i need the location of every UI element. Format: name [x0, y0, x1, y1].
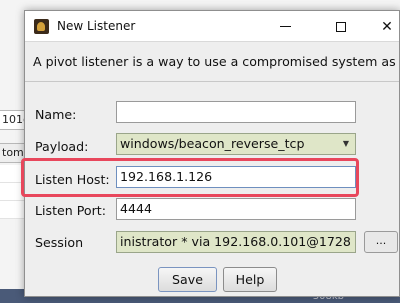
save-button[interactable]: Save: [158, 267, 217, 292]
help-button[interactable]: Help: [223, 267, 277, 292]
minimize-icon: [279, 26, 291, 27]
maximize-button[interactable]: [320, 11, 362, 42]
dialog-description: A pivot listener is a way to use a compr…: [33, 54, 396, 69]
session-field: inistrator * via 192.168.0.101@1728: [116, 231, 356, 253]
title-bar[interactable]: New Listener ✕: [25, 11, 399, 42]
new-listener-dialog: New Listener ✕ A pivot listener is a way…: [24, 10, 400, 297]
payload-select[interactable]: windows/beacon_reverse_tcp ▼: [116, 133, 356, 155]
minimize-button[interactable]: [264, 11, 306, 42]
session-label: Session: [35, 235, 84, 250]
listen-port-label: Listen Port:: [35, 203, 106, 218]
name-input[interactable]: [116, 101, 356, 123]
name-label: Name:: [35, 107, 77, 122]
highlight-annotation: [21, 158, 359, 197]
cobalt-strike-app-icon: [34, 19, 49, 34]
payload-selected-value: windows/beacon_reverse_tcp: [120, 136, 305, 151]
payload-label: Payload:: [35, 139, 89, 154]
chevron-down-icon[interactable]: ▼: [337, 134, 355, 154]
close-button[interactable]: ✕: [366, 11, 400, 42]
listen-port-input[interactable]: 4444: [116, 198, 356, 220]
divider: [25, 81, 399, 82]
session-browse-button[interactable]: ...: [364, 231, 398, 253]
window-title: New Listener: [57, 19, 136, 33]
close-icon: ✕: [381, 18, 393, 35]
maximize-icon: [336, 21, 346, 32]
